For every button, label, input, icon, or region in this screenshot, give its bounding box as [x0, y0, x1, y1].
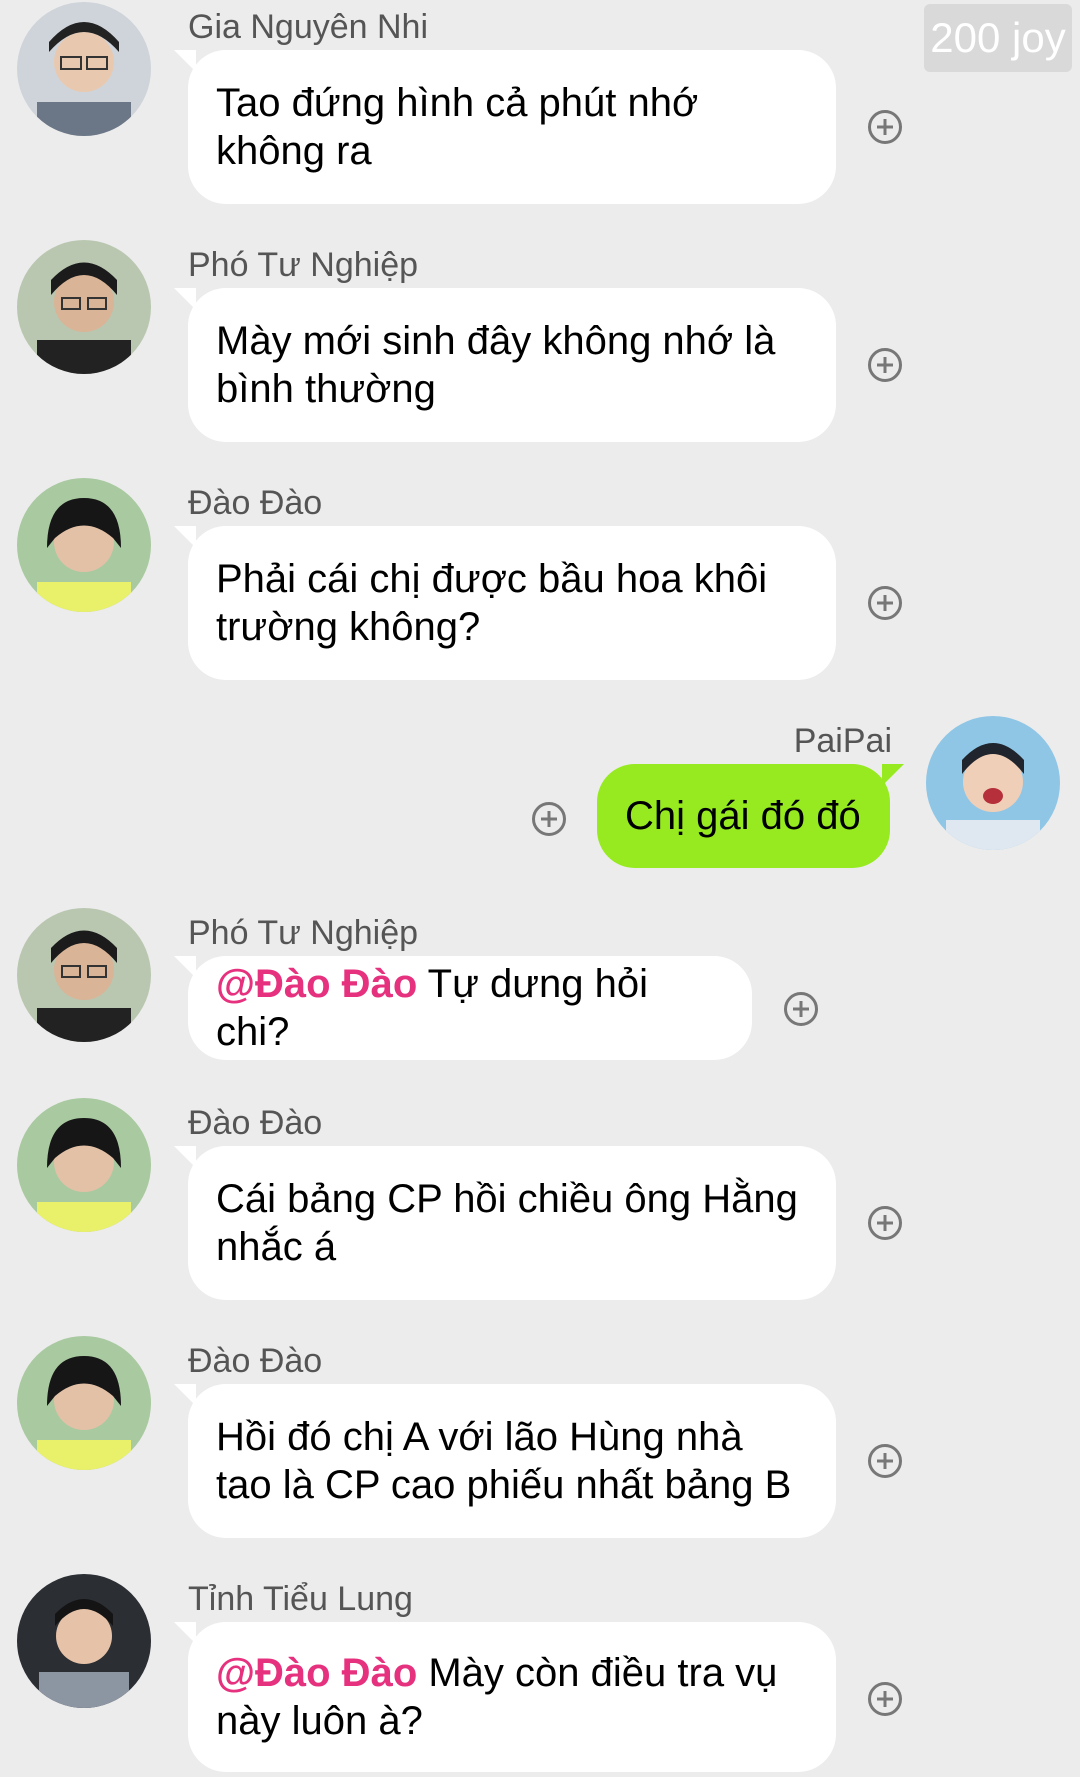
sender-name: Gia Nguyên Nhi [188, 8, 429, 46]
plus-circle-icon[interactable] [784, 992, 818, 1026]
message-bubble[interactable]: @Đào Đào Tự dưng hỏi chi? [174, 956, 752, 1060]
message-bubble[interactable]: Tao đứng hình cả phút nhớ không ra [174, 50, 836, 204]
avatar[interactable] [17, 1574, 151, 1708]
message-item: Phó Tư Nghiệp Mày mới sinh đây không nhớ… [0, 238, 1080, 448]
message-text: Phải cái chị được bầu hoa khôi [216, 557, 768, 601]
sender-name: Tỉnh Tiểu Lung [188, 1580, 413, 1618]
plus-circle-icon[interactable] [868, 1444, 902, 1478]
message-text: Chị gái đó đó [625, 794, 861, 838]
message-bubble[interactable]: Hồi đó chị A với lão Hùng nhà tao là CP c… [174, 1384, 836, 1538]
plus-circle-icon[interactable] [868, 110, 902, 144]
message-item: Phó Tư Nghiệp @Đào Đào Tự dưng hỏi chi? [0, 906, 1080, 1076]
message-text: trường không? [216, 605, 481, 649]
sender-name: Phó Tư Nghiệp [188, 914, 419, 952]
message-text: Mày mới sinh đây không nhớ là [216, 319, 776, 363]
message-text: Cái bảng CP hồi chiều ông Hằng [216, 1177, 798, 1221]
message-text: nhắc á [216, 1225, 337, 1269]
avatar[interactable] [17, 1336, 151, 1470]
plus-circle-icon[interactable] [868, 348, 902, 382]
sender-name: Đào Đào [188, 1342, 323, 1380]
message-item: Đào Đào Cái bảng CP hồi chiều ông Hằng nh… [0, 1096, 1080, 1306]
message-item: Đào Đào Hồi đó chị A với lão Hùng nhà tao… [0, 1334, 1080, 1544]
message-item: PaiPai Chị gái đó đó [0, 714, 1080, 884]
message-text: tao là CP cao phiếu nhất bảng B [216, 1463, 792, 1507]
sender-name: Đào Đào [188, 1104, 323, 1142]
message-item: Tỉnh Tiểu Lung @Đào Đào Mày còn điều tra… [0, 1572, 1080, 1777]
message-text: Tao đứng hình cả phút nhớ [216, 81, 699, 125]
message-bubble[interactable]: Mày mới sinh đây không nhớ là bình thường [174, 288, 836, 442]
mention-link[interactable]: @Đào Đào [216, 1651, 417, 1695]
avatar[interactable] [17, 478, 151, 612]
message-text: Mày còn điều tra vụ [417, 1651, 778, 1695]
plus-circle-icon[interactable] [868, 1206, 902, 1240]
sender-name: PaiPai [793, 722, 892, 760]
message-text: không ra [216, 129, 372, 173]
message-bubble[interactable]: @Đào Đào Mày còn điều tra vụ này luôn à? [174, 1622, 836, 1772]
sender-name: Phó Tư Nghiệp [188, 246, 419, 284]
message-item: Đào Đào Phải cái chị được bầu hoa khôi tr… [0, 476, 1080, 686]
message-bubble[interactable]: Cái bảng CP hồi chiều ông Hằng nhắc á [174, 1146, 836, 1300]
message-text: này luôn à? [216, 1699, 423, 1743]
message-text: bình thường [216, 367, 436, 411]
mention-link[interactable]: @Đào Đào [216, 962, 417, 1006]
message-bubble[interactable]: Chị gái đó đó [597, 764, 904, 868]
message-text: Hồi đó chị A với lão Hùng nhà [216, 1415, 743, 1459]
avatar[interactable] [17, 240, 151, 374]
avatar[interactable] [17, 1098, 151, 1232]
avatar[interactable] [926, 716, 1060, 850]
avatar[interactable] [17, 2, 151, 136]
plus-circle-icon[interactable] [868, 586, 902, 620]
avatar[interactable] [17, 908, 151, 1042]
plus-circle-icon[interactable] [532, 802, 566, 836]
message-bubble[interactable]: Phải cái chị được bầu hoa khôi trường khô… [174, 526, 836, 680]
message-item: Gia Nguyên Nhi Tao đứng hình cả phút nhớ… [0, 0, 1080, 210]
sender-name: Đào Đào [188, 484, 323, 522]
plus-circle-icon[interactable] [868, 1682, 902, 1716]
